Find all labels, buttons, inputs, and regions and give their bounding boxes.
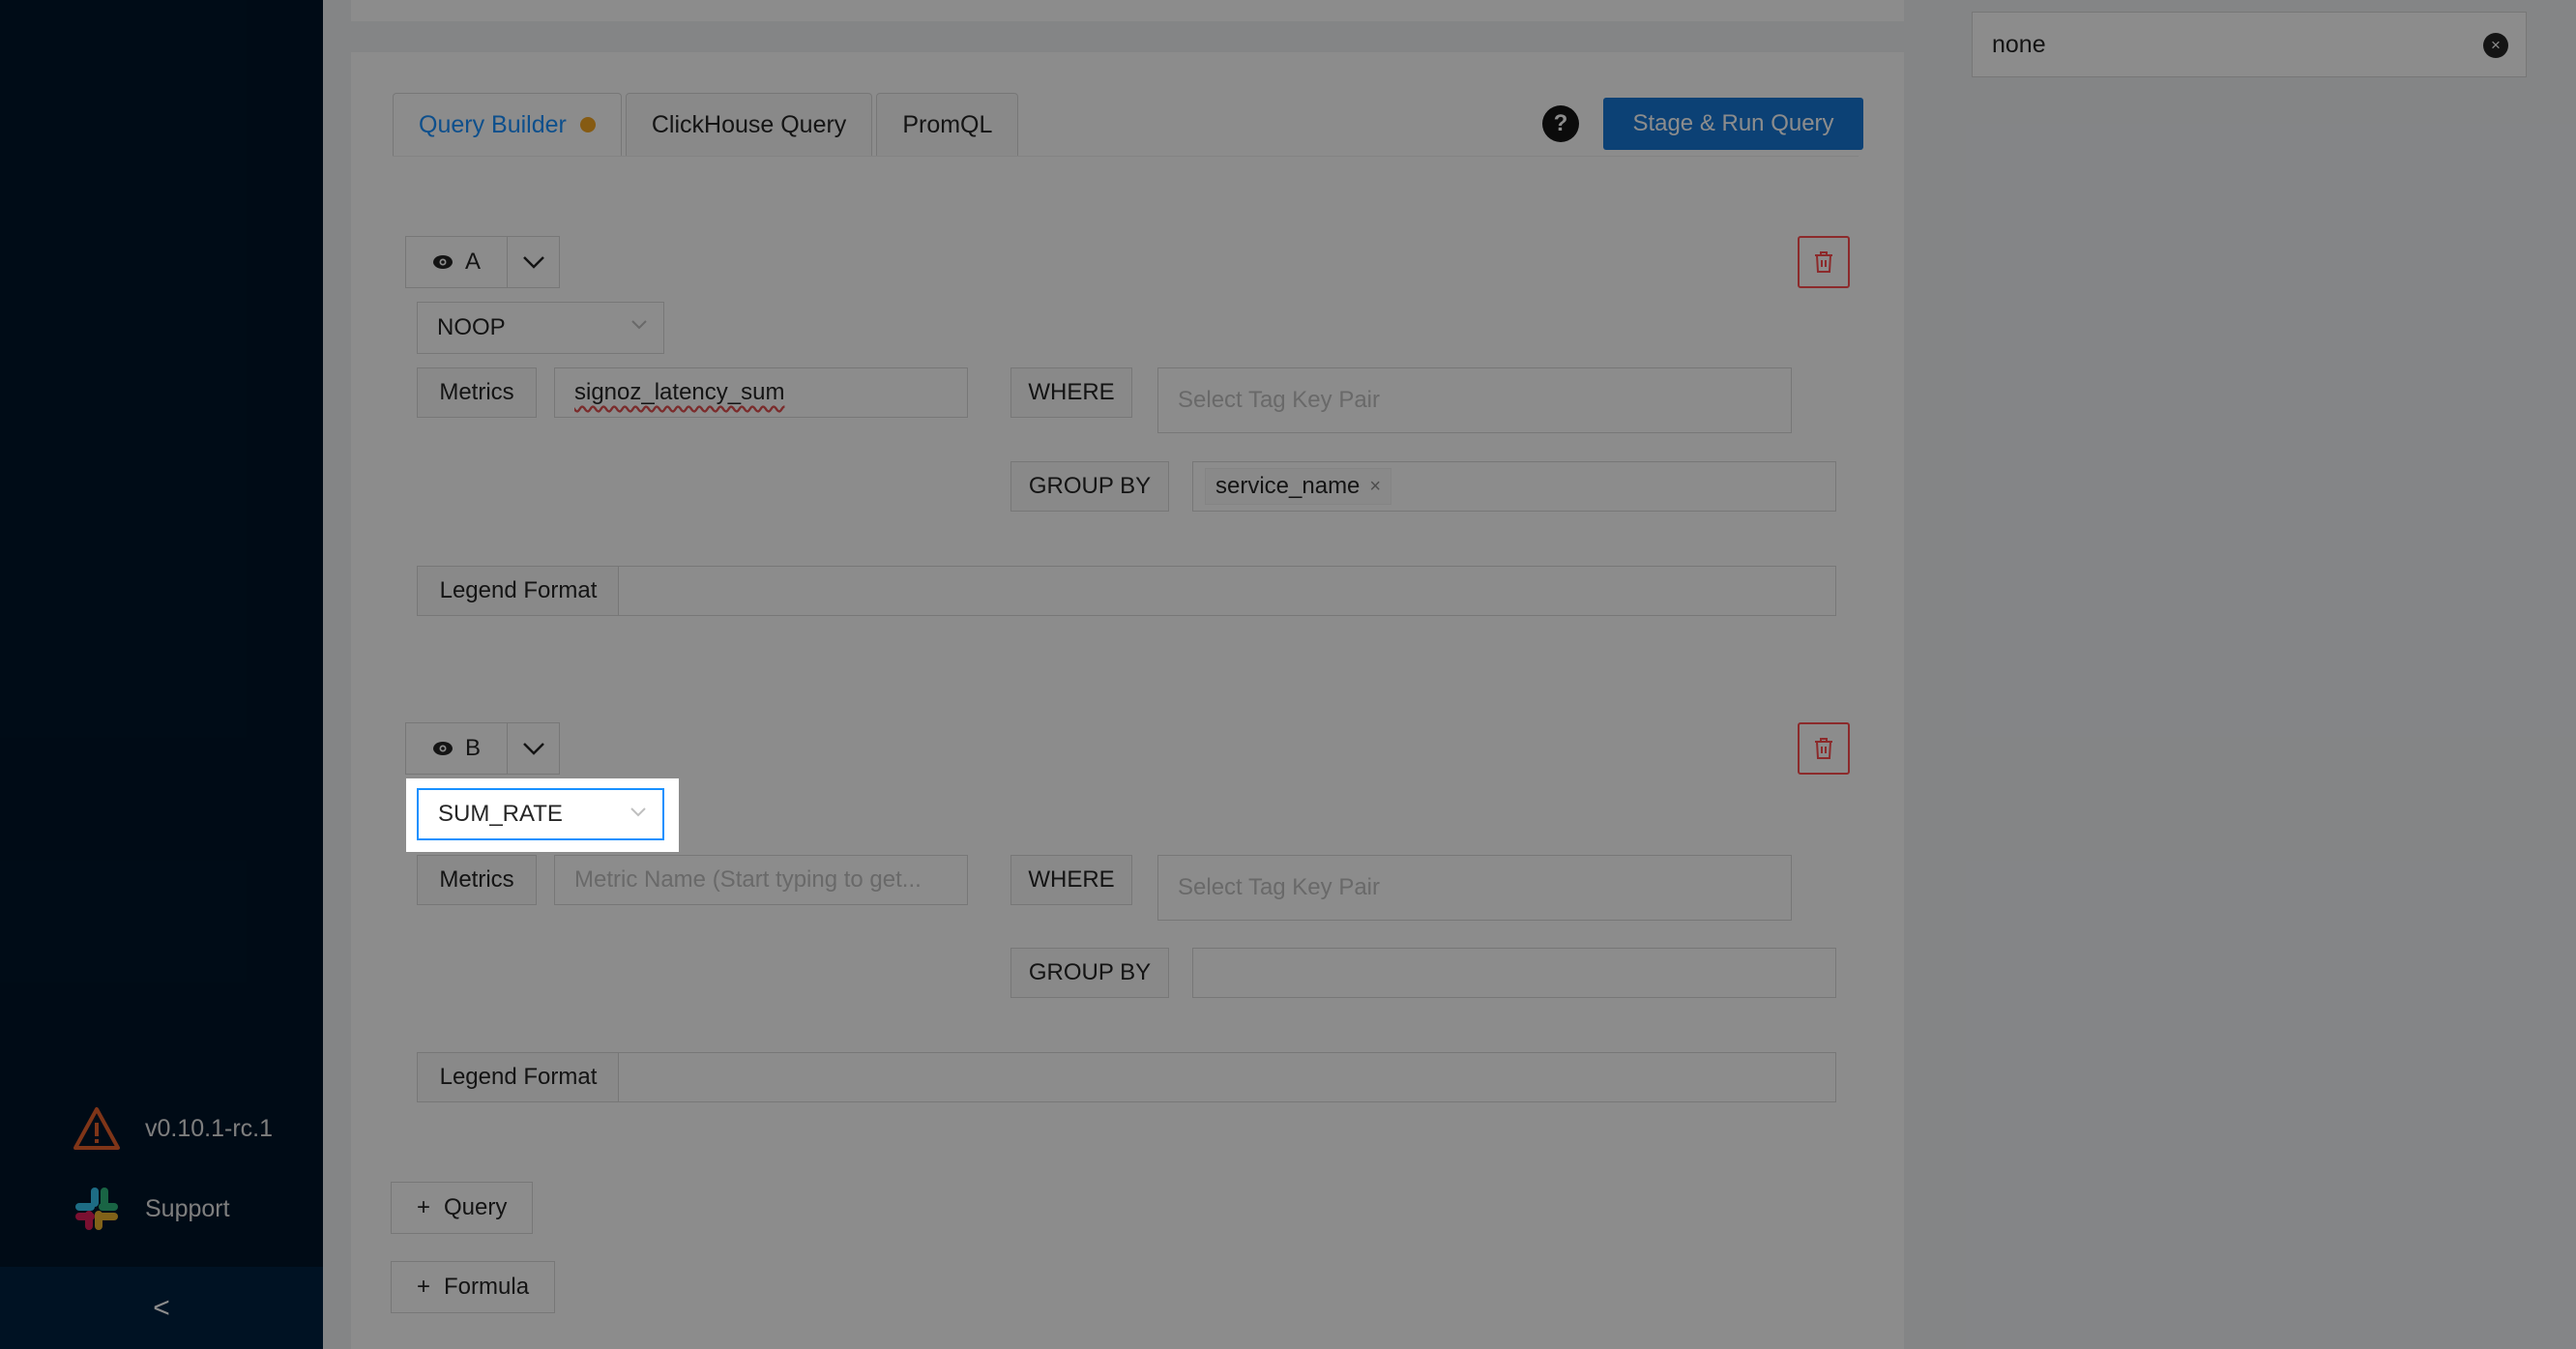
main-content: Query Builder ClickHouse Query PromQL ? … [323,0,1932,1349]
toggle-visibility-button[interactable]: A [405,236,508,288]
version-label: v0.10.1-rc.1 [145,1114,274,1142]
tabs-divider [393,156,1859,157]
stage-run-query-button[interactable]: Stage & Run Query [1603,98,1863,150]
trash-icon [1815,251,1832,273]
plus-icon: + [417,1194,431,1220]
aggregation-select-highlighted[interactable]: SUM_RATE [417,788,664,840]
toggle-visibility-button[interactable]: B [405,722,508,775]
help-icon[interactable]: ? [1542,105,1579,142]
eye-icon [432,255,453,269]
unit-select-input[interactable]: none × [1972,12,2527,77]
where-label: WHERE [1010,855,1132,905]
support-label: Support [145,1194,230,1222]
metrics-label: Metrics [417,367,537,418]
delete-query-button[interactable] [1798,236,1850,288]
tab-clickhouse-query[interactable]: ClickHouse Query [625,93,873,157]
top-card [351,0,1904,21]
where-tag-input[interactable]: Select Tag Key Pair [1157,855,1792,921]
groupby-label: GROUP BY [1010,461,1169,512]
warning-icon [73,1107,120,1150]
support-item[interactable]: Support [0,1168,323,1249]
legend-format-label: Legend Format [417,566,620,616]
sidebar: v0.10.1-rc.1 Support < [0,0,323,1349]
query-name: B [464,735,481,761]
chevron-down-icon [522,743,544,755]
eye-icon [432,742,453,755]
remove-tag-icon[interactable]: × [1369,476,1381,498]
metrics-label: Metrics [417,855,537,905]
query-tabs: Query Builder ClickHouse Query PromQL [393,93,1022,157]
add-query-button[interactable]: + Query [391,1182,534,1234]
query-panel [351,52,1904,1349]
metric-name-input[interactable]: Metric Name (Start typing to get... [554,855,968,905]
tab-query-builder[interactable]: Query Builder [393,93,622,157]
where-tag-input[interactable]: Select Tag Key Pair [1157,367,1792,433]
trash-icon [1815,738,1832,759]
query-a-header: A [405,236,560,288]
metric-name-input[interactable]: signoz_latency_sum [554,367,968,418]
tab-promql[interactable]: PromQL [876,93,1019,157]
groupby-select[interactable]: service_name × [1192,461,1836,512]
right-options-panel: none × [1932,0,2576,1349]
aggregation-select[interactable]: NOOP [417,302,664,354]
legend-format-label: Legend Format [417,1052,620,1102]
slack-icon [75,1188,118,1230]
version-item[interactable]: v0.10.1-rc.1 [0,1089,323,1168]
legend-format-input[interactable] [618,1052,1836,1102]
clear-icon[interactable]: × [2483,33,2508,58]
query-b-header: B [405,722,560,775]
where-label: WHERE [1010,367,1132,418]
groupby-select[interactable] [1192,948,1836,998]
legend-format-input[interactable] [618,566,1836,616]
collapse-sidebar-button[interactable]: < [0,1267,323,1349]
chevron-down-icon [630,807,646,817]
chevron-down-icon [631,320,647,330]
chevron-down-icon [522,256,544,269]
unsaved-dot-icon [579,117,596,132]
chevron-left-icon: < [153,1291,170,1324]
groupby-label: GROUP BY [1010,948,1169,998]
collapse-query-button[interactable] [508,722,560,775]
add-formula-button[interactable]: + Formula [391,1261,556,1313]
delete-query-button[interactable] [1798,722,1850,775]
groupby-tag: service_name × [1205,468,1392,505]
collapse-query-button[interactable] [508,236,560,288]
query-name: A [464,249,481,275]
plus-icon: + [417,1274,431,1300]
